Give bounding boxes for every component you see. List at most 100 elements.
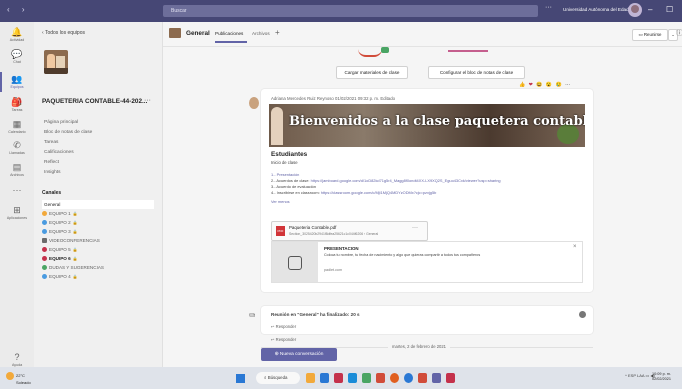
weather-widget[interactable]: 22°C Soleado bbox=[6, 372, 31, 385]
more-options-icon[interactable]: ··· bbox=[565, 82, 570, 88]
channel-equipo-3[interactable]: EQUIPO 3 🔒 bbox=[42, 227, 154, 236]
rail-item-chat[interactable]: 💬 Chat bbox=[0, 49, 34, 64]
taskbar-app-icon[interactable] bbox=[334, 373, 343, 383]
bell-icon: 🔔 bbox=[11, 27, 23, 37]
rail-item-actividad[interactable]: 🔔 Actividad bbox=[0, 27, 34, 42]
sun-icon bbox=[6, 372, 14, 380]
system-tray[interactable]: ^ ESP LAA ▭ ◀) bbox=[625, 373, 655, 378]
channel-icon bbox=[42, 256, 47, 262]
search-input[interactable]: Buscar bbox=[163, 5, 538, 17]
nav-calificaciones[interactable]: Calificaciones bbox=[44, 150, 74, 155]
info-icon[interactable]: ⓘ bbox=[676, 28, 682, 38]
channels-heading[interactable]: Canales bbox=[42, 190, 61, 196]
post-link[interactable]: 1.- Presentación bbox=[271, 172, 299, 177]
meeting-card: Reunión en "General" ha finalizado: 20 s… bbox=[261, 306, 593, 334]
meet-button[interactable]: ▭ Reunirse bbox=[632, 29, 668, 41]
nav-insights[interactable]: Insights bbox=[44, 170, 61, 175]
active-tab-indicator bbox=[215, 41, 247, 43]
link-description: Coloca tu nombre, tu fecha de nacimiento… bbox=[324, 253, 481, 257]
link-preview-card[interactable]: PRESENTACION Coloca tu nombre, tu fecha … bbox=[271, 241, 583, 283]
rail-item-aplicaciones[interactable]: ⊞ Aplicaciones bbox=[0, 205, 34, 220]
more-options-icon[interactable]: ··· bbox=[545, 4, 552, 11]
chat-icon: 💬 bbox=[11, 49, 23, 59]
date-separator: martes, 2 de febrero de 2021 bbox=[388, 344, 451, 349]
setup-notebook-button[interactable]: Configurar el bloc de notas de clase bbox=[428, 66, 525, 79]
jamboard-link[interactable]: https://jamboard.google.com/d/1oD82kd71g… bbox=[311, 178, 501, 183]
file-attachment[interactable]: PDF Paqueteria Contable.pdf Section_3025… bbox=[271, 221, 428, 241]
nav-pagina-principal[interactable]: Página principal bbox=[44, 120, 78, 125]
channel-equipo-6[interactable]: EQUIPO 6 🔒 bbox=[42, 254, 154, 263]
taskbar-app-icon[interactable] bbox=[362, 373, 371, 383]
classroom-link[interactable]: https://classroom.google.com/c/MjI1MjQ4M… bbox=[321, 190, 437, 195]
user-avatar[interactable] bbox=[628, 3, 642, 17]
team-more-icon[interactable]: ··· bbox=[144, 97, 151, 104]
rail-item-calendario[interactable]: ▦ Calendario bbox=[0, 119, 34, 134]
team-name[interactable]: PAQUETERIA CONTABLE-44-202... bbox=[42, 98, 147, 105]
channel-icon bbox=[42, 274, 47, 280]
channel-icon bbox=[42, 247, 47, 253]
link-domain: padlet.com bbox=[324, 268, 343, 272]
taskbar-teams-icon[interactable] bbox=[432, 373, 441, 383]
rail-item-ayuda[interactable]: ? Ayuda bbox=[0, 352, 34, 367]
rail-item-tareas[interactable]: 🎒 Tareas bbox=[0, 97, 34, 112]
taskbar-app-icon[interactable] bbox=[446, 373, 455, 383]
close-icon[interactable]: × bbox=[573, 244, 577, 250]
new-conversation-button[interactable]: ⊕ Nueva conversación bbox=[261, 348, 337, 361]
taskbar-app-icon[interactable] bbox=[376, 373, 385, 383]
taskbar-search[interactable]: ⌕ Búsqueda bbox=[256, 372, 300, 384]
rail-item-archivos[interactable]: ▤ Archivos bbox=[0, 162, 34, 177]
channel-equipo-5[interactable]: EQUIPO 5 🔒 bbox=[42, 245, 154, 254]
channel-title: General bbox=[186, 30, 210, 37]
video-call-icon: ▭ bbox=[249, 312, 255, 318]
reply-link[interactable]: ↩ Responder bbox=[271, 337, 296, 342]
taskbar-app-icon[interactable] bbox=[390, 373, 399, 383]
file-path: Section_3025420b2941f8dfea25621c1c044f62… bbox=[289, 232, 379, 236]
windows-start-icon[interactable] bbox=[236, 374, 245, 383]
post-line: 4.- Inscribirse en classroom: https://cl… bbox=[271, 190, 437, 195]
channel-equipo-1[interactable]: EQUIPO 1 🔒 bbox=[42, 209, 154, 218]
title-bar: ‹ › Buscar ··· Universidad Autónoma del … bbox=[0, 0, 682, 22]
nav-reflect[interactable]: Reflect bbox=[44, 160, 59, 165]
post-line: 1.- Presentación bbox=[271, 172, 299, 177]
taskbar-app-icon[interactable] bbox=[320, 373, 329, 383]
sad-reaction-icon[interactable]: 😢 bbox=[555, 82, 561, 88]
back-to-teams-link[interactable]: ‹ Todos los equipos bbox=[42, 30, 85, 36]
rail-item-more[interactable]: ··· bbox=[0, 185, 34, 195]
channel-dudas-sugerencias[interactable]: DUDAS Y SUGERENCIAS bbox=[42, 263, 154, 272]
calendar-icon: ▦ bbox=[12, 119, 22, 129]
organization-name[interactable]: Universidad Autónoma del Edad... bbox=[563, 7, 632, 12]
add-tab-icon[interactable]: + bbox=[275, 28, 280, 37]
tab-archivos[interactable]: Archivos bbox=[252, 31, 270, 36]
see-less-link[interactable]: Ver menos bbox=[271, 199, 290, 204]
reply-link[interactable]: ↩ Responder bbox=[271, 324, 296, 329]
upload-materials-button[interactable]: Cargar materiales de clase bbox=[336, 66, 408, 79]
channel-videoconferencias[interactable]: VIDEOCONFERENCIAS bbox=[42, 236, 154, 245]
channel-general[interactable]: General bbox=[42, 200, 154, 209]
nav-arrows[interactable]: ‹ › bbox=[7, 5, 30, 14]
minimize-icon[interactable]: – bbox=[648, 5, 652, 14]
maximize-icon[interactable]: ☐ bbox=[666, 5, 673, 14]
windows-taskbar: 22°C Soleado ⌕ Búsqueda ^ ESP LAA ▭ ◀) 1… bbox=[0, 367, 682, 389]
surprised-reaction-icon[interactable]: 😮 bbox=[546, 82, 552, 88]
file-more-icon[interactable]: ··· bbox=[412, 225, 418, 231]
decorative-sketch bbox=[358, 49, 382, 57]
channel-equipo-2[interactable]: EQUIPO 2 🔒 bbox=[42, 218, 154, 227]
laugh-reaction-icon[interactable]: 😆 bbox=[536, 82, 542, 88]
decorative-sketch bbox=[448, 50, 488, 52]
taskbar-app-icon[interactable] bbox=[348, 373, 357, 383]
tab-publicaciones[interactable]: Publicaciones bbox=[215, 31, 243, 36]
heart-reaction-icon[interactable]: ❤ bbox=[529, 82, 533, 88]
rail-item-llamadas[interactable]: ✆ Llamadas bbox=[0, 140, 34, 155]
files-icon: ▤ bbox=[12, 162, 22, 172]
nav-tareas[interactable]: Tareas bbox=[44, 140, 58, 145]
author-avatar[interactable] bbox=[249, 97, 259, 109]
channel-equipo-4[interactable]: EQUIPO 4 🔒 bbox=[42, 272, 154, 281]
channel-icon bbox=[42, 229, 47, 235]
taskbar-app-icon[interactable] bbox=[306, 373, 315, 383]
taskbar-app-icon[interactable] bbox=[418, 373, 427, 383]
nav-bloc-notas[interactable]: Bloc de notas de clase bbox=[44, 130, 92, 135]
taskbar-clock[interactable]: 10:09 p. m. 02/02/2021 bbox=[652, 372, 671, 382]
taskbar-app-icon[interactable] bbox=[404, 373, 413, 383]
like-reaction-icon[interactable]: 👍 bbox=[519, 82, 525, 88]
rail-item-equipos[interactable]: 👥 Equipos bbox=[0, 74, 34, 89]
